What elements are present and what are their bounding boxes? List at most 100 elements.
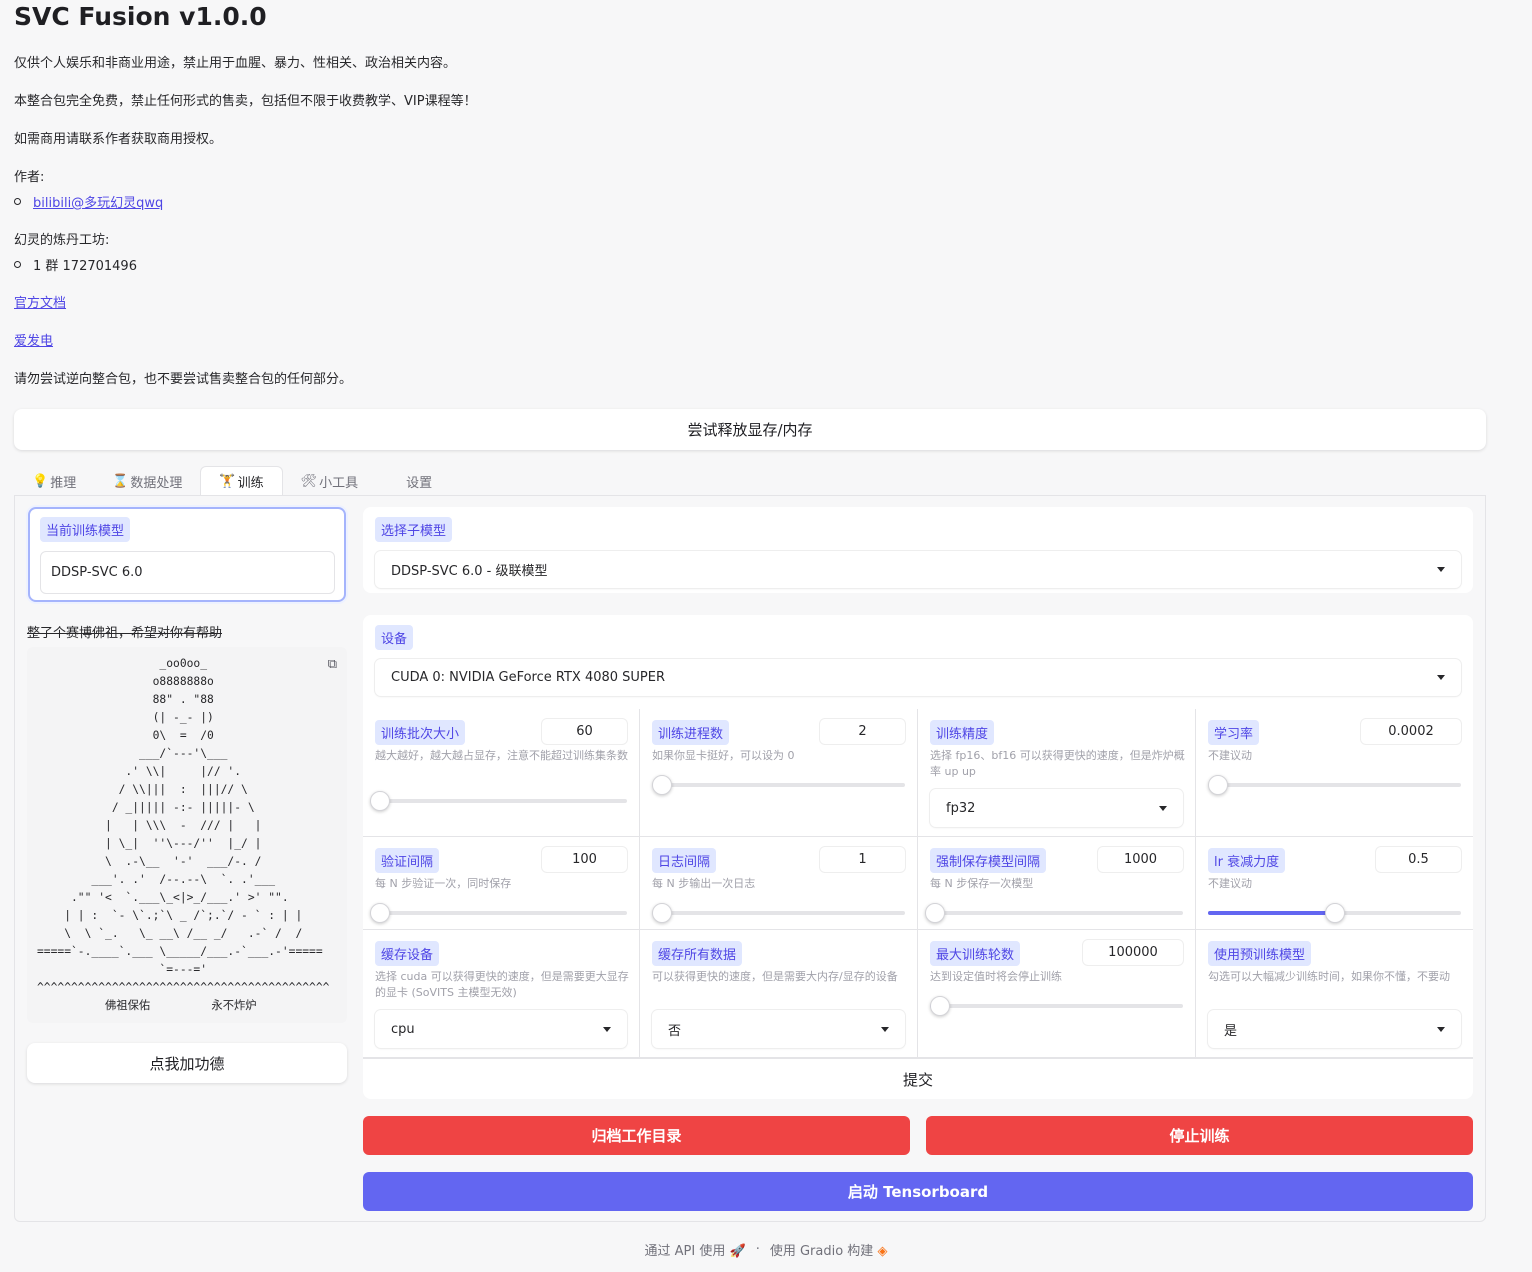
- slider-thumb[interactable]: [930, 996, 951, 1016]
- notice-text-3: 如需商用请联系作者获取商用授权。: [14, 132, 223, 147]
- merit-button[interactable]: 点我加功德: [27, 1043, 347, 1083]
- param-desc: 越大越好，越大越占显存，注意不能超过训练集条数: [375, 749, 628, 762]
- archive-workdir-button[interactable]: 归档工作目录: [363, 1116, 910, 1155]
- learning-rate-slider[interactable]: [1208, 775, 1461, 795]
- gradio-logo-icon: ◈: [877, 1244, 888, 1259]
- workshop-list-item: 1 群 172701496: [14, 255, 137, 274]
- param-label: 训练精度: [930, 720, 995, 745]
- batch-size-slider[interactable]: [370, 791, 627, 811]
- log-interval-slider[interactable]: [652, 903, 905, 923]
- free-memory-button[interactable]: 尝试释放显存/内存: [14, 409, 1486, 450]
- current-model-textarea[interactable]: DDSP-SVC 6.0: [40, 551, 335, 594]
- gradio-link[interactable]: 使用 Gradio 构建 ◈: [770, 1240, 888, 1259]
- slider-thumb[interactable]: [1208, 775, 1228, 795]
- slider-thumb[interactable]: [1324, 903, 1345, 923]
- max-epochs-input[interactable]: 100000: [1083, 940, 1183, 965]
- save-interval-input[interactable]: 1000: [1098, 847, 1183, 872]
- device-value: CUDA 0: NVIDIA GeForce RTX 4080 SUPER: [391, 670, 666, 685]
- tab-label: 小工具: [319, 475, 359, 491]
- param-label: 日志间隔: [652, 848, 717, 873]
- slider-thumb[interactable]: [652, 903, 672, 923]
- param-desc: 选择 fp16、bf16 可以获得更快的速度，但是炸炉概率 up up: [930, 749, 1185, 778]
- bullet-icon: [14, 198, 21, 205]
- chevron-down-icon: [1437, 675, 1445, 680]
- max-epochs-slider[interactable]: [930, 996, 1183, 1016]
- pretrained-select[interactable]: 是: [1208, 1010, 1461, 1048]
- param-label: 最大训练轮数: [930, 941, 1021, 966]
- tab-data-processing[interactable]: ⌛ 数据处理: [94, 466, 200, 496]
- tab-inference[interactable]: 💡 推理: [14, 466, 94, 496]
- tab-label: 数据处理: [130, 475, 183, 491]
- copy-icon[interactable]: ⧉: [328, 657, 337, 672]
- chevron-down-icon: [1159, 805, 1167, 811]
- param-max-epochs: 最大训练轮数 100000 达到设定值时将会停止训练: [918, 930, 1195, 1057]
- submodel-select[interactable]: DDSP-SVC 6.0 - 级联模型: [375, 551, 1461, 588]
- workers-input[interactable]: 2: [820, 719, 905, 744]
- param-cache-device: 缓存设备 选择 cuda 可以获得更快的速度，但是需要更大显存的显卡 (SoVI…: [363, 930, 639, 1057]
- tab-tools[interactable]: 🛠 小工具: [283, 466, 377, 496]
- page-title: SVC Fusion v1.0.0: [14, 2, 267, 31]
- submodel-value: DDSP-SVC 6.0 - 级联模型: [391, 564, 548, 579]
- tab-label: 设置: [406, 475, 433, 491]
- submodel-card: 选择子模型 DDSP-SVC 6.0 - 级联模型: [363, 507, 1473, 593]
- cache-device-value: cpu: [391, 1021, 415, 1037]
- param-label: 学习率: [1208, 720, 1260, 745]
- docs-link[interactable]: 官方文档: [14, 292, 66, 311]
- cache-all-value: 否: [668, 1023, 682, 1039]
- precision-value: fp32: [946, 800, 976, 816]
- param-label: 训练进程数: [652, 720, 730, 745]
- param-desc: 不建议动: [1208, 877, 1252, 890]
- batch-size-input[interactable]: 60: [542, 719, 627, 744]
- workers-slider[interactable]: [652, 775, 905, 795]
- tab-training[interactable]: 🏋 训练: [200, 466, 283, 496]
- tools-icon: 🛠: [300, 473, 318, 489]
- log-interval-input[interactable]: 1: [820, 847, 905, 872]
- chevron-down-icon: [603, 1026, 611, 1032]
- ascii-art-block: ⧉ _oo0oo_ o8888888o 88" . "88 (| -_- |) …: [27, 647, 347, 1023]
- param-desc: 每 N 步验证一次，同时保存: [375, 877, 512, 890]
- val-interval-slider[interactable]: [370, 903, 627, 923]
- submit-button[interactable]: 提交: [363, 1059, 1473, 1099]
- device-label: 设备: [375, 625, 414, 650]
- ascii-art: _oo0oo_ o8888888o 88" . "88 (| -_- |) 0\…: [37, 657, 330, 1012]
- save-interval-slider[interactable]: [925, 903, 1183, 923]
- pretrained-value: 是: [1224, 1023, 1238, 1039]
- api-link[interactable]: 通过 API 使用 🚀: [645, 1240, 746, 1259]
- param-save-interval: 强制保存模型间隔 1000 每 N 步保存一次模型: [918, 837, 1195, 929]
- afdian-link[interactable]: 爱发电: [14, 330, 53, 349]
- param-desc: 勾选可以大幅减少训练时间，如果你不懂，不要动: [1208, 970, 1450, 983]
- param-desc: 达到设定值时将会停止训练: [930, 970, 1062, 983]
- precision-select[interactable]: fp32: [930, 789, 1183, 827]
- device-card: 设备 CUDA 0: NVIDIA GeForce RTX 4080 SUPER: [363, 615, 1473, 709]
- lr-decay-input[interactable]: 0.5: [1376, 847, 1461, 872]
- slider-thumb[interactable]: [370, 791, 391, 811]
- gradio-link-text: 使用 Gradio 构建: [769, 1244, 874, 1259]
- slider-thumb[interactable]: [652, 775, 672, 795]
- param-label: 强制保存模型间隔: [930, 848, 1047, 873]
- device-select[interactable]: CUDA 0: NVIDIA GeForce RTX 4080 SUPER: [375, 659, 1461, 696]
- learning-rate-input[interactable]: 0.0002: [1361, 719, 1461, 744]
- lr-decay-slider[interactable]: [1208, 903, 1461, 923]
- author-label: 作者:: [14, 170, 45, 185]
- param-desc: 可以获得更快的速度，但是需要大内存/显存的设备: [652, 970, 898, 983]
- tab-settings[interactable]: 设置: [376, 466, 450, 496]
- start-tensorboard-button[interactable]: 启动 Tensorboard: [363, 1172, 1473, 1211]
- notice-text-2: 本整合包完全免费，禁止任何形式的售卖，包括但不限于收费教学、VIP课程等！: [14, 94, 477, 109]
- stop-training-button[interactable]: 停止训练: [926, 1116, 1473, 1155]
- param-label: 验证间隔: [375, 848, 440, 873]
- api-link-text: 通过 API 使用: [644, 1244, 726, 1259]
- current-model-label: 当前训练模型: [40, 517, 131, 542]
- params-grid: 训练批次大小 60 越大越好，越大越占显存，注意不能超过训练集条数 训练进程数 …: [363, 709, 1473, 1059]
- weightlifter-icon: 🏋: [219, 474, 236, 489]
- val-interval-input[interactable]: 100: [542, 847, 627, 872]
- slider-thumb[interactable]: [370, 903, 391, 923]
- cache-all-select[interactable]: 否: [652, 1010, 905, 1048]
- submodel-label: 选择子模型: [375, 517, 453, 542]
- notice-text-4: 请勿尝试逆向整合包，也不要尝试售卖整合包的任何部分。: [14, 372, 353, 387]
- author-link[interactable]: bilibili@多玩幻灵qwq: [33, 192, 163, 211]
- footer: 通过 API 使用 🚀 · 使用 Gradio 构建 ◈: [0, 1240, 1532, 1259]
- param-lr-decay: lr 衰减力度 0.5 不建议动: [1196, 837, 1473, 929]
- rocket-icon: 🚀: [729, 1244, 746, 1259]
- slider-thumb[interactable]: [925, 903, 946, 923]
- cache-device-select[interactable]: cpu: [375, 1010, 627, 1048]
